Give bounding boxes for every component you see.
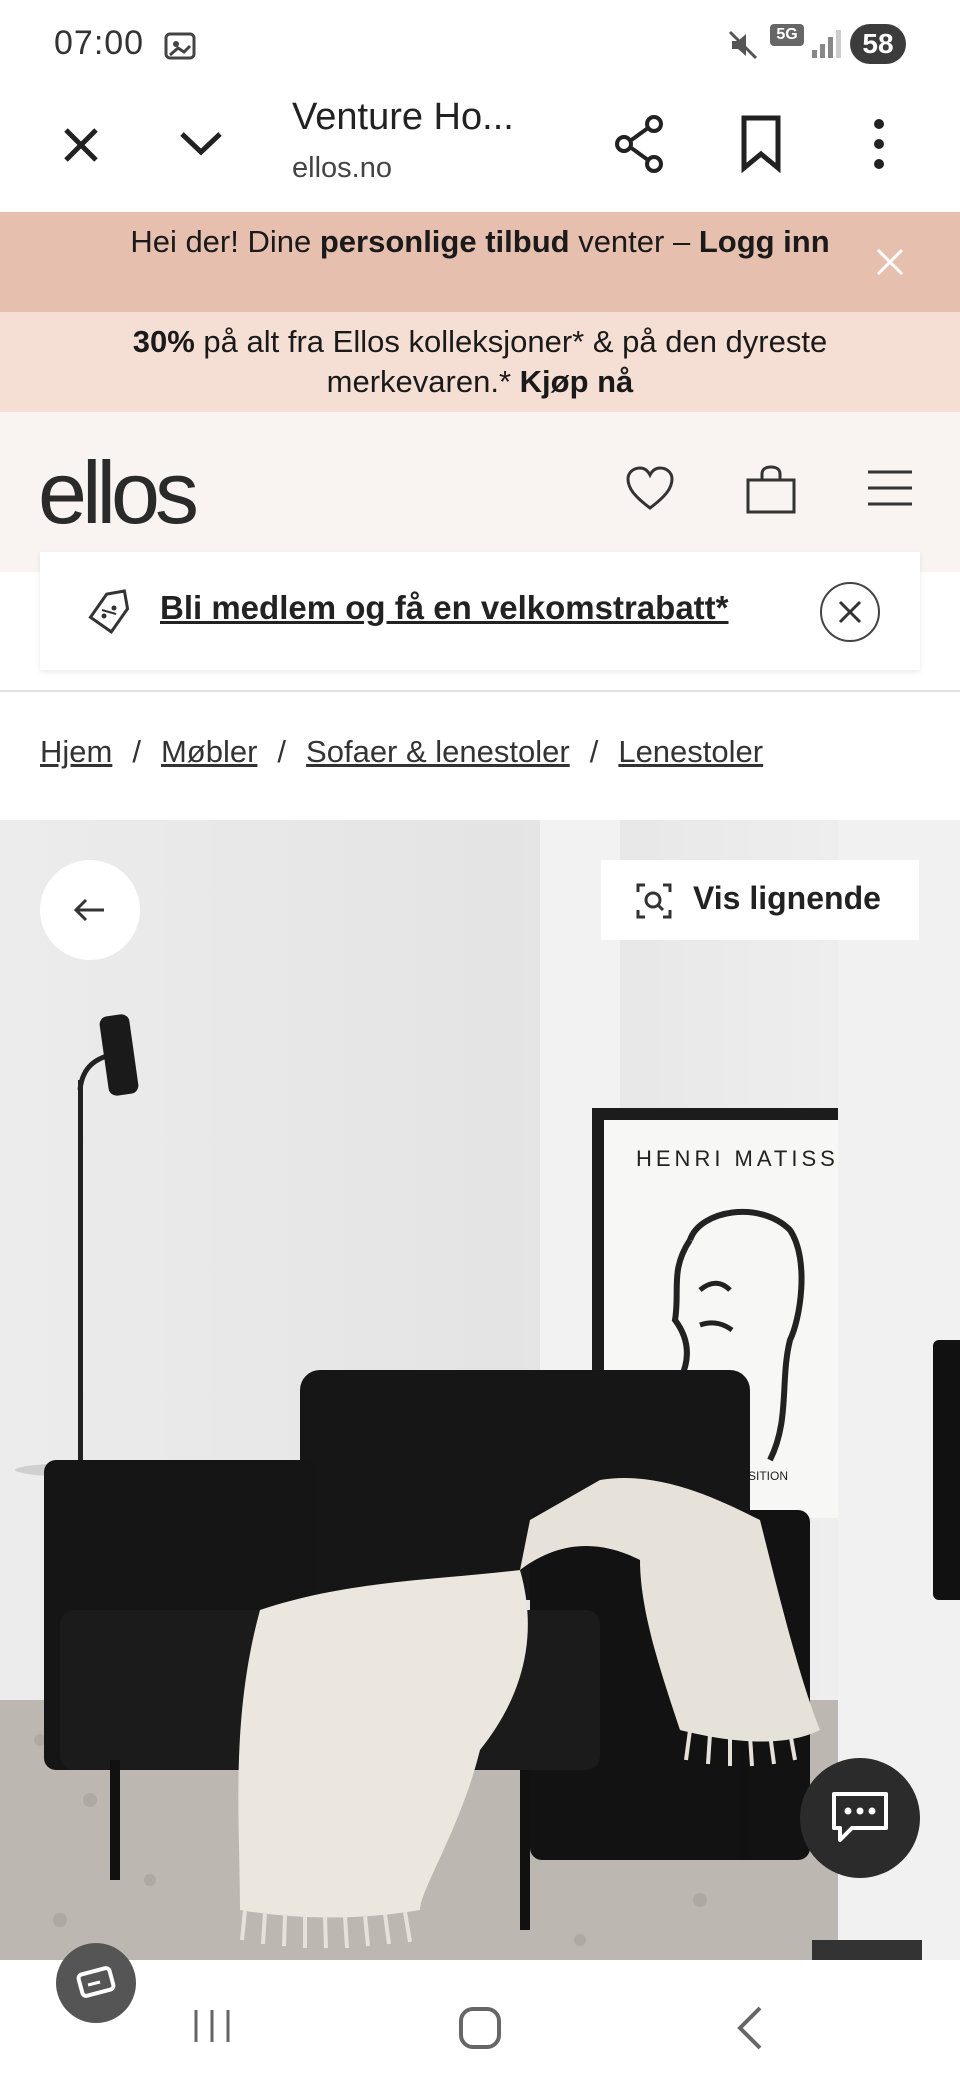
close-icon (838, 600, 862, 624)
arrow-left-icon (73, 898, 104, 922)
close-icon[interactable] (874, 246, 906, 278)
shopping-bag-icon[interactable] (744, 464, 798, 516)
screenshot-icon (164, 32, 196, 60)
breadcrumb-item-hjem[interactable]: Hjem (40, 734, 112, 769)
page-url: ellos.no (292, 152, 392, 184)
breadcrumb-separator: / (589, 734, 599, 769)
promo-login-text[interactable]: Hei der! Dine personlige tilbud venter –… (120, 222, 840, 262)
poster-caption: SITION (748, 1469, 788, 1483)
promo-login-banner[interactable]: Hei der! Dine personlige tilbud venter –… (0, 212, 960, 312)
shop-now-link[interactable]: Kjøp nå (520, 364, 634, 399)
chevron-down-icon[interactable] (176, 124, 226, 164)
close-tab-icon[interactable] (56, 120, 106, 170)
product-image[interactable]: HENRI MATISS SITION (0, 820, 838, 1960)
breadcrumb-item-sofaer[interactable]: Sofaer & lenestoler (306, 734, 570, 769)
heart-icon[interactable] (624, 464, 676, 514)
promo-discount-text[interactable]: 30% på alt fra Ellos kolleksjoner* & på … (90, 322, 870, 402)
bookmark-icon[interactable] (738, 114, 784, 174)
signal-icon (812, 30, 841, 58)
login-link[interactable]: Logg inn (699, 224, 830, 259)
home-icon[interactable] (456, 2004, 504, 2052)
more-options-icon[interactable] (864, 114, 894, 174)
next-image-preview (933, 1340, 960, 1600)
screen-capture-icon (76, 1966, 116, 1998)
network-type-badge: 5G (770, 24, 804, 46)
divider (0, 690, 960, 692)
browser-toolbar: Venture Ho... ellos.no (0, 88, 960, 214)
visual-search-icon (636, 883, 672, 919)
next-image-preview-strip (812, 1940, 922, 1960)
site-header: ellos (0, 412, 960, 572)
floating-shortcut-button[interactable] (56, 1943, 136, 2023)
recent-apps-icon[interactable] (190, 2006, 234, 2046)
show-similar-label: Vis lignende (693, 880, 881, 916)
breadcrumb-item-lenestoler[interactable]: Lenestoler (618, 734, 763, 769)
status-bar: 07:00 5G 58 (0, 0, 960, 88)
membership-link[interactable]: Bli medlem og få en velkomstrabatt* (160, 589, 729, 627)
armchair-photo: HENRI MATISS SITION (0, 820, 838, 1960)
status-time: 07:00 (54, 24, 145, 62)
chat-icon (832, 1792, 888, 1842)
battery-indicator: 58 (850, 24, 906, 64)
discount-tag-icon (88, 589, 130, 634)
poster-title: HENRI MATISS (636, 1146, 838, 1171)
breadcrumb: Hjem / Møbler / Sofaer & lenestoler / Lenestol… (40, 734, 763, 770)
show-similar-button[interactable]: Vis lignende (601, 860, 919, 940)
ellos-logo[interactable]: ellos (38, 442, 199, 544)
breadcrumb-item-mobler[interactable]: Møbler (161, 734, 257, 769)
android-nav-bar (0, 1960, 960, 2080)
mute-icon (728, 30, 758, 60)
back-nav-icon[interactable] (730, 2004, 770, 2052)
membership-close-button[interactable] (820, 582, 880, 642)
page-title: Venture Ho... (292, 96, 514, 138)
back-button[interactable] (40, 860, 140, 960)
menu-icon[interactable] (866, 468, 914, 508)
membership-banner[interactable]: Bli medlem og få en velkomstrabatt* (40, 552, 920, 670)
share-icon[interactable] (612, 114, 668, 174)
breadcrumb-separator: / (277, 734, 287, 769)
promo-discount-banner[interactable]: 30% på alt fra Ellos kolleksjoner* & på … (0, 312, 960, 412)
chat-button[interactable] (800, 1758, 920, 1878)
breadcrumb-separator: / (132, 734, 141, 769)
